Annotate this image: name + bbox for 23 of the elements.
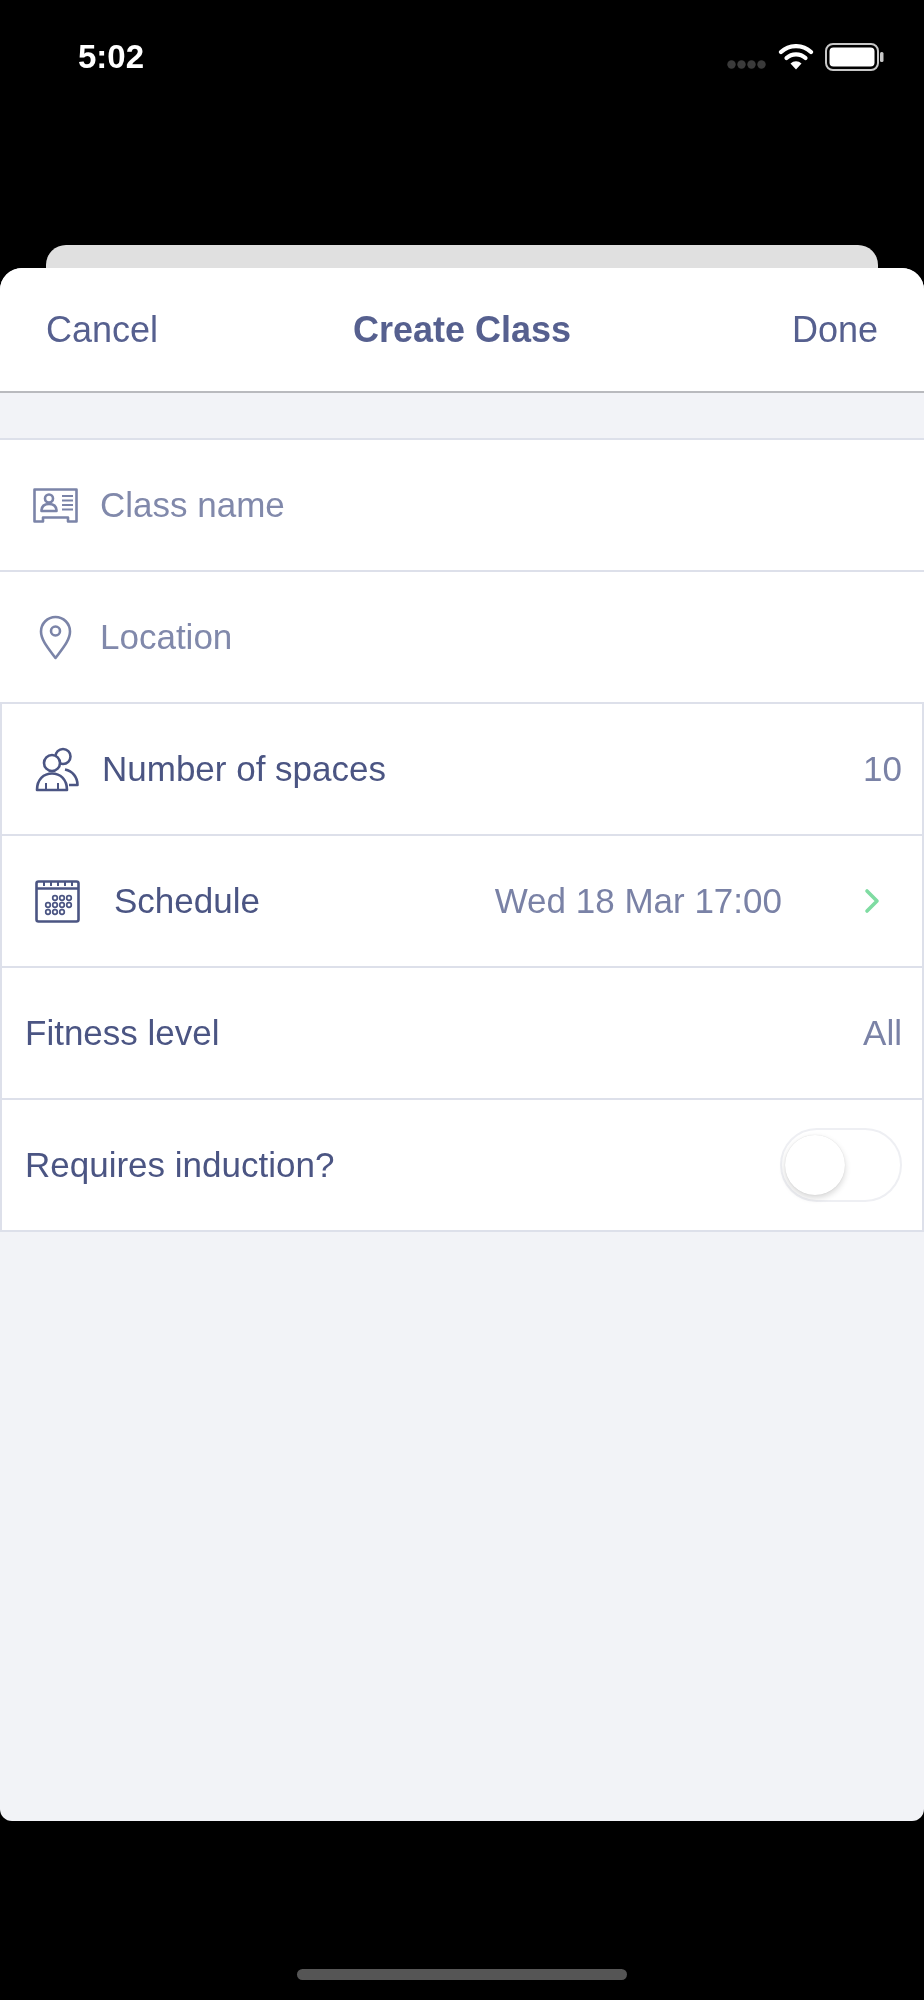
chevron-right-icon — [864, 888, 880, 914]
signal-icon — [727, 59, 767, 69]
status-time: 5:02 — [78, 39, 145, 73]
sheet-title: Create Class — [352, 308, 572, 351]
setting-label: Requires induction? — [25, 1145, 335, 1185]
location-pin-icon — [39, 614, 72, 660]
setting-label: Schedule — [114, 881, 260, 921]
setting-value: Wed 18 Mar 17:00 — [494, 881, 782, 921]
done-button[interactable]: Done — [791, 308, 878, 351]
text-input[interactable]: Class name — [100, 481, 904, 529]
setting-value: All — [863, 1013, 902, 1053]
id-card-icon — [33, 487, 78, 523]
setting-value: 10 — [863, 749, 902, 789]
text-input[interactable]: Location — [100, 613, 904, 661]
cancel-button[interactable]: Cancel — [46, 308, 159, 351]
people-icon — [35, 746, 80, 792]
wifi-icon — [778, 44, 814, 70]
battery-icon — [825, 43, 884, 71]
calendar-icon — [35, 879, 80, 923]
setting-label: Number of spaces — [102, 749, 387, 789]
text-field[interactable]: Class name — [0, 440, 924, 572]
text-field[interactable]: Location — [0, 572, 924, 704]
setting-label: Fitness level — [25, 1013, 220, 1053]
